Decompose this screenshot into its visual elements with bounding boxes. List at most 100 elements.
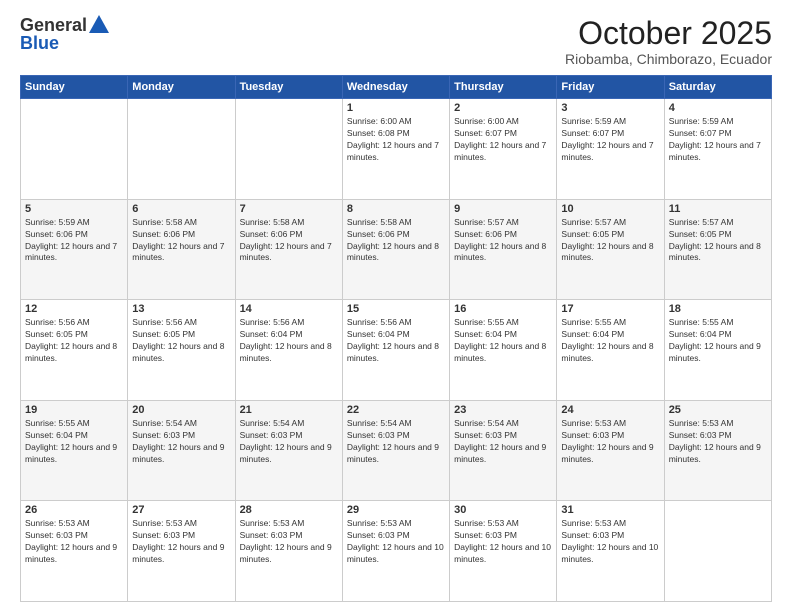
day-number: 2: [454, 102, 552, 114]
day-number: 16: [454, 303, 552, 315]
day-number: 28: [240, 504, 338, 516]
calendar-day-cell: 19 Sunrise: 5:55 AM Sunset: 6:04 PM Dayli…: [21, 400, 128, 501]
day-info: Sunrise: 5:58 AM Sunset: 6:06 PM Dayligh…: [347, 217, 445, 265]
weekday-header-tuesday: Tuesday: [235, 76, 342, 99]
day-number: 19: [25, 404, 123, 416]
calendar-week-row: 19 Sunrise: 5:55 AM Sunset: 6:04 PM Dayli…: [21, 400, 772, 501]
day-info: Sunrise: 5:53 AM Sunset: 6:03 PM Dayligh…: [240, 518, 338, 566]
day-info: Sunrise: 5:55 AM Sunset: 6:04 PM Dayligh…: [454, 317, 552, 365]
day-number: 1: [347, 102, 445, 114]
weekday-header-saturday: Saturday: [664, 76, 771, 99]
calendar-table: SundayMondayTuesdayWednesdayThursdayFrid…: [20, 75, 772, 602]
calendar-day-cell: 11 Sunrise: 5:57 AM Sunset: 6:05 PM Dayli…: [664, 199, 771, 300]
weekday-header-wednesday: Wednesday: [342, 76, 449, 99]
calendar-day-cell: 24Sunrise: 5:53 AM Sunset: 6:03 PM Dayli…: [557, 400, 664, 501]
day-number: 7: [240, 203, 338, 215]
day-info: Sunrise: 5:54 AM Sunset: 6:03 PM Dayligh…: [454, 418, 552, 466]
day-number: 11: [669, 203, 767, 215]
day-info: Sunrise: 5:53 AM Sunset: 6:03 PM Dayligh…: [561, 518, 659, 566]
calendar-day-cell: [128, 99, 235, 200]
calendar-day-cell: [21, 99, 128, 200]
day-number: 8: [347, 203, 445, 215]
day-info: Sunrise: 6:00 AM Sunset: 6:08 PM Dayligh…: [347, 116, 445, 164]
page: General Blue October 2025 Riobamba, Chim…: [0, 0, 792, 612]
weekday-header-friday: Friday: [557, 76, 664, 99]
day-info: Sunrise: 5:53 AM Sunset: 6:03 PM Dayligh…: [454, 518, 552, 566]
day-number: 17: [561, 303, 659, 315]
day-number: 30: [454, 504, 552, 516]
day-info: Sunrise: 5:56 AM Sunset: 6:04 PM Dayligh…: [347, 317, 445, 365]
calendar-week-row: 12 Sunrise: 5:56 AM Sunset: 6:05 PM Dayli…: [21, 300, 772, 401]
day-info: Sunrise: 5:59 AM Sunset: 6:07 PM Dayligh…: [669, 116, 767, 164]
calendar-day-cell: 3 Sunrise: 5:59 AM Sunset: 6:07 PM Daylig…: [557, 99, 664, 200]
calendar-week-row: 5Sunrise: 5:59 AM Sunset: 6:06 PM Daylig…: [21, 199, 772, 300]
weekday-header-sunday: Sunday: [21, 76, 128, 99]
day-number: 23: [454, 404, 552, 416]
day-number: 12: [25, 303, 123, 315]
calendar-day-cell: 18 Sunrise: 5:55 AM Sunset: 6:04 PM Dayli…: [664, 300, 771, 401]
calendar-day-cell: 29 Sunrise: 5:53 AM Sunset: 6:03 PM Dayli…: [342, 501, 449, 602]
month-title: October 2025: [565, 16, 772, 51]
weekday-header-thursday: Thursday: [450, 76, 557, 99]
day-info: Sunrise: 5:57 AM Sunset: 6:06 PM Dayligh…: [454, 217, 552, 265]
calendar-day-cell: 6Sunrise: 5:58 AM Sunset: 6:06 PM Daylig…: [128, 199, 235, 300]
day-info: Sunrise: 5:53 AM Sunset: 6:03 PM Dayligh…: [347, 518, 445, 566]
calendar-day-cell: 20Sunrise: 5:54 AM Sunset: 6:03 PM Dayli…: [128, 400, 235, 501]
weekday-header-row: SundayMondayTuesdayWednesdayThursdayFrid…: [21, 76, 772, 99]
day-info: Sunrise: 5:58 AM Sunset: 6:06 PM Dayligh…: [132, 217, 230, 265]
day-number: 9: [454, 203, 552, 215]
day-info: Sunrise: 5:58 AM Sunset: 6:06 PM Dayligh…: [240, 217, 338, 265]
calendar-day-cell: 5Sunrise: 5:59 AM Sunset: 6:06 PM Daylig…: [21, 199, 128, 300]
day-info: Sunrise: 5:53 AM Sunset: 6:03 PM Dayligh…: [25, 518, 123, 566]
calendar-day-cell: 26 Sunrise: 5:53 AM Sunset: 6:03 PM Dayli…: [21, 501, 128, 602]
calendar-day-cell: 8 Sunrise: 5:58 AM Sunset: 6:06 PM Daylig…: [342, 199, 449, 300]
calendar-day-cell: 27 Sunrise: 5:53 AM Sunset: 6:03 PM Dayli…: [128, 501, 235, 602]
title-block: October 2025 Riobamba, Chimborazo, Ecuad…: [565, 16, 772, 67]
day-number: 22: [347, 404, 445, 416]
calendar-day-cell: [664, 501, 771, 602]
calendar-day-cell: 30 Sunrise: 5:53 AM Sunset: 6:03 PM Dayli…: [450, 501, 557, 602]
day-info: Sunrise: 5:57 AM Sunset: 6:05 PM Dayligh…: [561, 217, 659, 265]
day-info: Sunrise: 5:55 AM Sunset: 6:04 PM Dayligh…: [561, 317, 659, 365]
day-info: Sunrise: 5:56 AM Sunset: 6:04 PM Dayligh…: [240, 317, 338, 365]
day-number: 26: [25, 504, 123, 516]
day-number: 27: [132, 504, 230, 516]
day-number: 14: [240, 303, 338, 315]
logo-icon: [89, 15, 109, 33]
day-info: Sunrise: 5:53 AM Sunset: 6:03 PM Dayligh…: [132, 518, 230, 566]
calendar-day-cell: 21 Sunrise: 5:54 AM Sunset: 6:03 PM Dayli…: [235, 400, 342, 501]
day-info: Sunrise: 5:59 AM Sunset: 6:07 PM Dayligh…: [561, 116, 659, 164]
day-info: Sunrise: 6:00 AM Sunset: 6:07 PM Dayligh…: [454, 116, 552, 164]
day-number: 25: [669, 404, 767, 416]
day-number: 20: [132, 404, 230, 416]
calendar-day-cell: 4Sunrise: 5:59 AM Sunset: 6:07 PM Daylig…: [664, 99, 771, 200]
calendar-day-cell: 13Sunrise: 5:56 AM Sunset: 6:05 PM Dayli…: [128, 300, 235, 401]
header: General Blue October 2025 Riobamba, Chim…: [20, 16, 772, 67]
day-number: 31: [561, 504, 659, 516]
day-info: Sunrise: 5:55 AM Sunset: 6:04 PM Dayligh…: [25, 418, 123, 466]
day-info: Sunrise: 5:53 AM Sunset: 6:03 PM Dayligh…: [561, 418, 659, 466]
day-number: 29: [347, 504, 445, 516]
calendar-day-cell: 23 Sunrise: 5:54 AM Sunset: 6:03 PM Dayli…: [450, 400, 557, 501]
calendar-day-cell: 25Sunrise: 5:53 AM Sunset: 6:03 PM Dayli…: [664, 400, 771, 501]
day-info: Sunrise: 5:56 AM Sunset: 6:05 PM Dayligh…: [132, 317, 230, 365]
calendar-day-cell: 9 Sunrise: 5:57 AM Sunset: 6:06 PM Daylig…: [450, 199, 557, 300]
logo-general: General: [20, 16, 87, 34]
day-info: Sunrise: 5:59 AM Sunset: 6:06 PM Dayligh…: [25, 217, 123, 265]
calendar-day-cell: 14 Sunrise: 5:56 AM Sunset: 6:04 PM Dayli…: [235, 300, 342, 401]
calendar-day-cell: 17 Sunrise: 5:55 AM Sunset: 6:04 PM Dayli…: [557, 300, 664, 401]
calendar-day-cell: [235, 99, 342, 200]
day-info: Sunrise: 5:57 AM Sunset: 6:05 PM Dayligh…: [669, 217, 767, 265]
day-number: 21: [240, 404, 338, 416]
day-number: 18: [669, 303, 767, 315]
day-info: Sunrise: 5:56 AM Sunset: 6:05 PM Dayligh…: [25, 317, 123, 365]
calendar-day-cell: 15Sunrise: 5:56 AM Sunset: 6:04 PM Dayli…: [342, 300, 449, 401]
calendar-day-cell: 7 Sunrise: 5:58 AM Sunset: 6:06 PM Daylig…: [235, 199, 342, 300]
day-number: 3: [561, 102, 659, 114]
day-info: Sunrise: 5:54 AM Sunset: 6:03 PM Dayligh…: [240, 418, 338, 466]
logo-blue: Blue: [20, 34, 59, 52]
day-info: Sunrise: 5:55 AM Sunset: 6:04 PM Dayligh…: [669, 317, 767, 365]
calendar-week-row: 1 Sunrise: 6:00 AM Sunset: 6:08 PM Daylig…: [21, 99, 772, 200]
day-number: 10: [561, 203, 659, 215]
day-info: Sunrise: 5:54 AM Sunset: 6:03 PM Dayligh…: [347, 418, 445, 466]
